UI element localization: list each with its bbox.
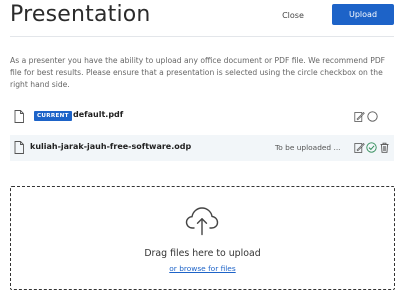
check-circle-icon[interactable] bbox=[366, 142, 377, 153]
browse-files-link[interactable]: or browse for files bbox=[169, 264, 235, 273]
file-dropzone[interactable]: Drag files here to upload or browse for … bbox=[10, 186, 395, 290]
modal-header: Presentation Close Upload bbox=[0, 0, 400, 36]
trash-icon[interactable] bbox=[379, 142, 390, 153]
radio-circle-icon[interactable] bbox=[367, 111, 378, 122]
document-icon bbox=[14, 110, 24, 123]
upload-status: To be uploaded ... bbox=[275, 143, 341, 152]
page-title: Presentation bbox=[10, 2, 151, 27]
file-row-current: CURRENT default.pdf bbox=[10, 107, 394, 129]
document-icon bbox=[14, 141, 24, 154]
current-badge: CURRENT bbox=[34, 111, 72, 121]
cloud-upload-icon bbox=[185, 207, 219, 236]
header-divider bbox=[10, 36, 394, 37]
instructions-text: As a presenter you have the ability to u… bbox=[10, 56, 386, 89]
close-button[interactable]: Close bbox=[276, 7, 310, 23]
edit-icon[interactable] bbox=[354, 142, 365, 153]
file-row-pending: kuliah-jarak-jauh-free-software.odp To b… bbox=[10, 135, 394, 161]
file-name: default.pdf bbox=[73, 110, 124, 119]
upload-button[interactable]: Upload bbox=[332, 4, 394, 25]
edit-icon[interactable] bbox=[354, 111, 365, 122]
file-name: kuliah-jarak-jauh-free-software.odp bbox=[30, 142, 192, 151]
dropzone-title: Drag files here to upload bbox=[144, 248, 261, 259]
